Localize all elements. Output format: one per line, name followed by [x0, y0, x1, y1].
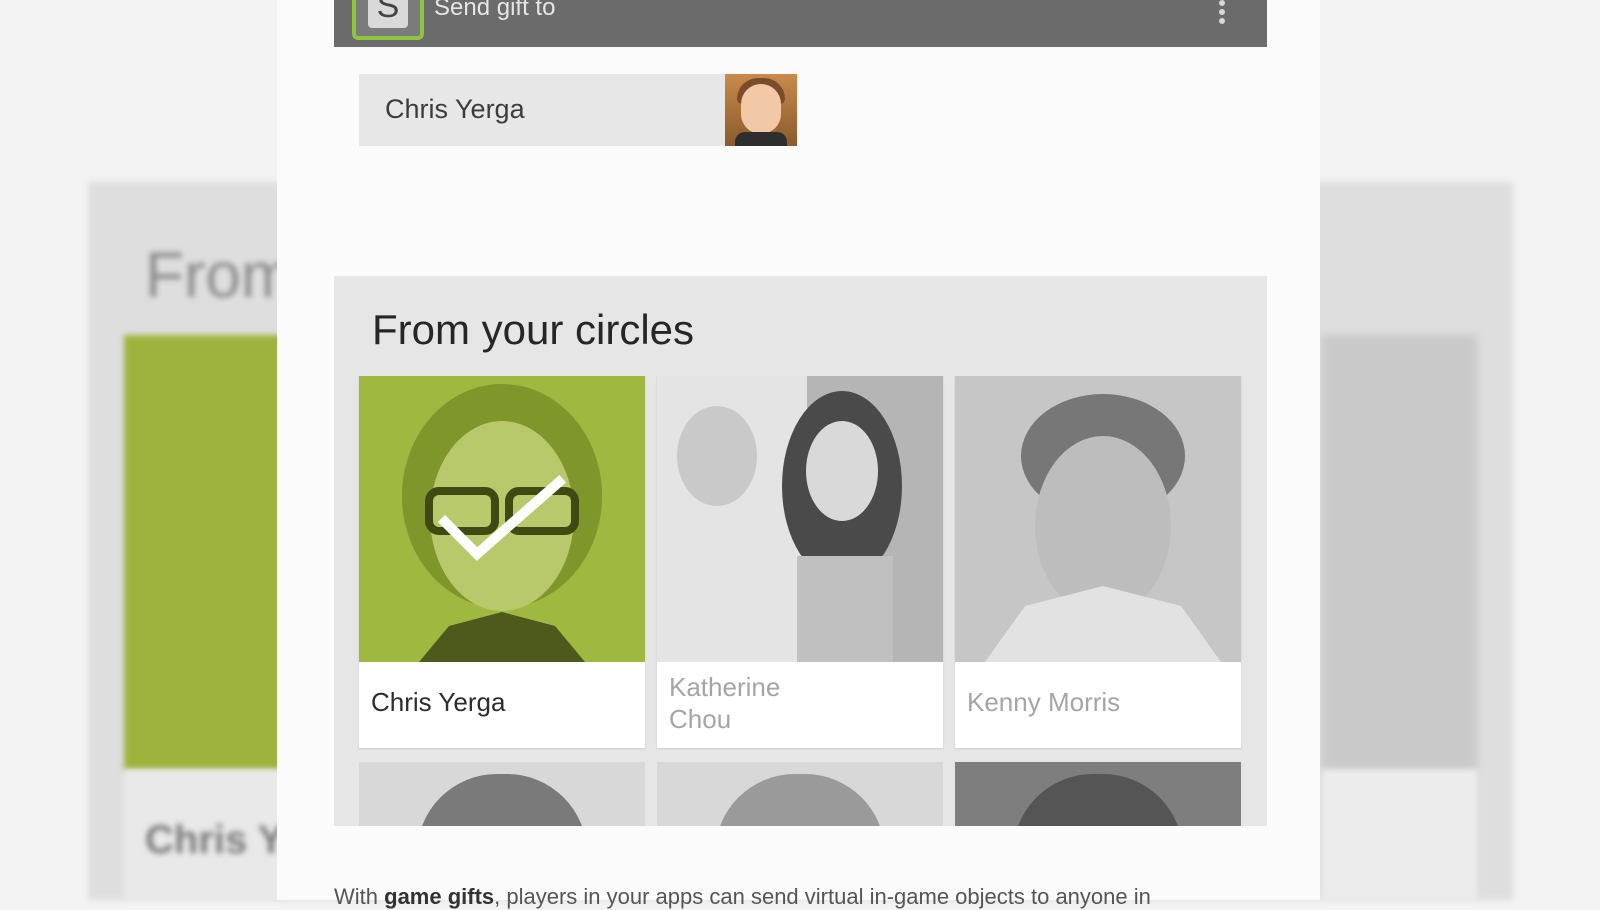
- description-suffix: , players in your apps can send virtual …: [494, 884, 1151, 909]
- portrait-illustration: [657, 376, 943, 662]
- person-name-line2: Chou: [669, 704, 732, 734]
- check-icon: [437, 474, 567, 561]
- circles-title: From your circles: [372, 306, 695, 353]
- person-name: Kenny Morris: [967, 687, 1121, 717]
- description-text: With game gifts, players in your apps ca…: [334, 884, 1151, 910]
- person-card-chris-yerga[interactable]: Chris Yerga: [359, 376, 645, 748]
- description-bold: game gifts: [384, 884, 495, 909]
- person-card-katherine-chou[interactable]: Katherine Chou: [657, 376, 943, 748]
- app-bar: S Send gift to: [334, 0, 1267, 47]
- person-card-partial[interactable]: [359, 762, 645, 826]
- circles-section: From your circles Chris Yerga Katherine …: [334, 276, 1267, 826]
- background-name-strip-right: [1322, 770, 1477, 900]
- recipient-name: Chris Yerga: [385, 94, 525, 124]
- person-photo: [359, 376, 645, 662]
- person-card-kenny-morris[interactable]: Kenny Morris: [955, 376, 1241, 748]
- person-card-partial[interactable]: [955, 762, 1241, 826]
- person-name-line1: Katherine: [669, 672, 781, 702]
- person-photo: [955, 376, 1241, 662]
- person-name: Chris Yerga: [371, 687, 506, 717]
- person-name: Katherine Chou: [669, 671, 869, 735]
- partial-portrait: [1013, 774, 1183, 826]
- person-photo: [657, 376, 943, 662]
- partial-portrait: [417, 774, 587, 826]
- gift-panel: S Send gift to Chris Yerga From your cir…: [277, 0, 1320, 909]
- background-title: From: [145, 239, 295, 311]
- portrait-illustration: [955, 376, 1241, 662]
- background-photo-right: [1322, 335, 1477, 770]
- app-icon-letter: S: [368, 0, 408, 28]
- background-name: Chris Y: [145, 818, 285, 862]
- recipient-avatar: [725, 74, 797, 146]
- person-card-partial[interactable]: [657, 762, 943, 826]
- partial-portrait: [715, 774, 885, 826]
- background-selected-photo: [124, 335, 284, 770]
- app-bar-title: Send gift to: [434, 0, 556, 21]
- recipient-chip[interactable]: Chris Yerga: [359, 74, 797, 146]
- more-vert-icon[interactable]: [1217, 0, 1227, 26]
- app-icon[interactable]: S: [352, 0, 424, 40]
- description-prefix: With: [334, 884, 385, 909]
